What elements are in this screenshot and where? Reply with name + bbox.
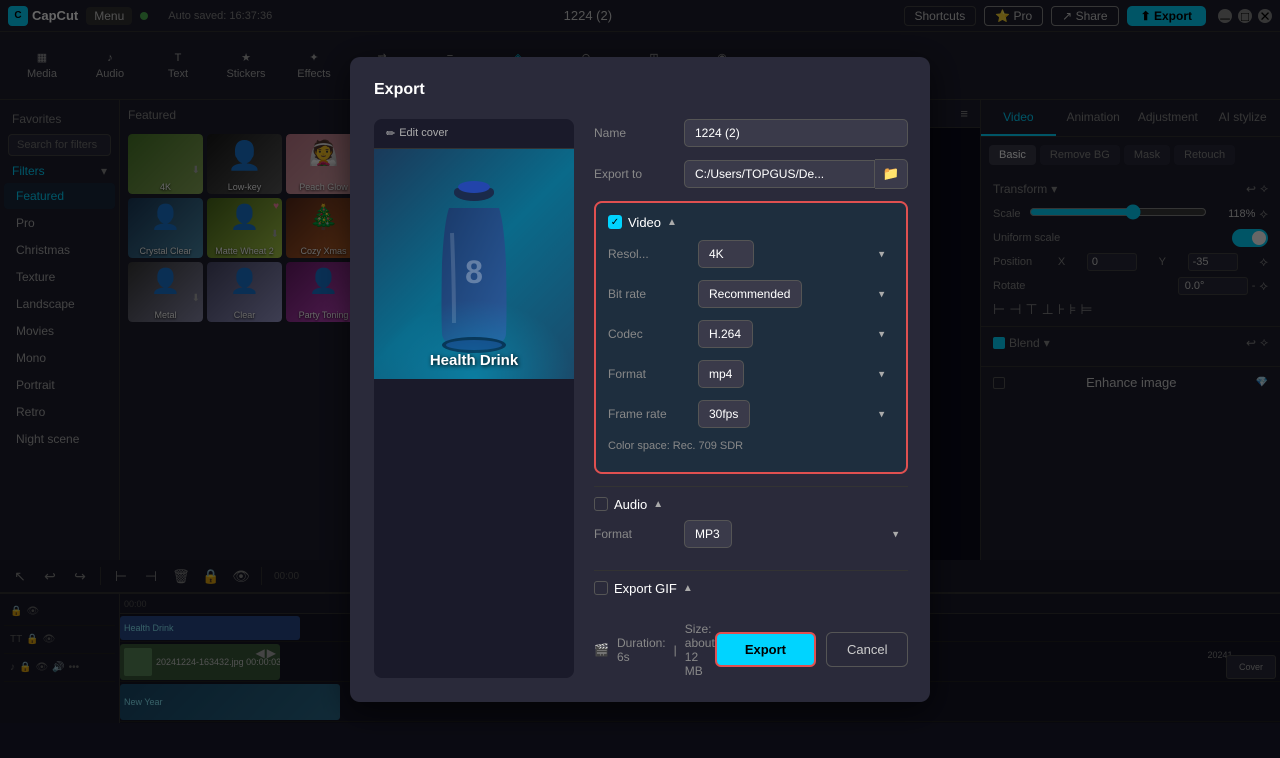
codec-select-wrapper: H.264H.265 [698,320,894,348]
audio-format-label: Format [594,527,684,541]
name-label: Name [594,126,684,140]
gif-section: Export GIF ▲ [594,570,908,606]
codec-row: Codec H.264H.265 [608,320,894,348]
audio-format-select-wrapper: MP3AACWAV [684,520,908,548]
video-section: ✓ Video ▲ Resol... 4K2K1080p720p B [594,201,908,474]
framerate-label: Frame rate [608,407,698,421]
audio-section-header: Audio ▲ [594,497,908,512]
gif-checkbox[interactable] [594,581,608,595]
gif-section-title: Export GIF [614,581,677,596]
bitrate-select[interactable]: RecommendedLowMediumHigh [698,280,802,308]
duration-label: Duration: 6s [617,636,666,664]
footer-info: 🎬 Duration: 6s | Size: about 12 MB [594,622,715,678]
preview-title: Health Drink [374,352,574,369]
modal-title: Export [374,81,906,99]
audio-chevron-icon[interactable]: ▲ [653,499,663,510]
video-chevron-icon[interactable]: ▲ [667,217,677,228]
name-row: Name [594,119,908,147]
edit-cover-label[interactable]: Edit cover [399,127,448,139]
modal-body: ✏ Edit cover [374,119,906,678]
bitrate-select-wrapper: RecommendedLowMediumHigh [698,280,894,308]
framerate-select-wrapper: 30fps24fps25fps50fps60fps [698,400,894,428]
film-icon: 🎬 [594,643,609,657]
export-button[interactable]: Export [715,632,816,667]
format-select-wrapper: mp4movavi [698,360,894,388]
export-to-row: Export to 📁 [594,159,908,189]
browse-button[interactable]: 📁 [875,159,909,189]
audio-format-row: Format MP3AACWAV [594,520,908,548]
video-checkbox[interactable]: ✓ [608,215,622,229]
audio-section-title: Audio [614,497,647,512]
modal-footer: 🎬 Duration: 6s | Size: about 12 MB Expor… [594,622,908,678]
export-path-input[interactable] [684,160,875,188]
edit-cover-icon: ✏ [386,127,395,140]
format-row: Format mp4movavi [608,360,894,388]
audio-format-select[interactable]: MP3AACWAV [684,520,732,548]
cancel-button[interactable]: Cancel [826,632,908,667]
resolution-select-wrapper: 4K2K1080p720p [698,240,894,268]
modal-form: Name Export to 📁 ✓ Video ▲ [594,119,908,678]
export-to-field: 📁 [684,159,908,189]
resolution-label: Resol... [608,247,698,261]
modal-preview-header: ✏ Edit cover [374,119,574,149]
bitrate-row: Bit rate RecommendedLowMediumHigh [608,280,894,308]
codec-select[interactable]: H.264H.265 [698,320,753,348]
audio-checkbox[interactable] [594,497,608,511]
modal-preview: ✏ Edit cover [374,119,574,678]
color-space-label: Color space: Rec. 709 SDR [608,440,894,452]
bitrate-label: Bit rate [608,287,698,301]
codec-label: Codec [608,327,698,341]
video-section-title: Video [628,215,661,230]
format-label: Format [608,367,698,381]
format-select[interactable]: mp4movavi [698,360,744,388]
framerate-row: Frame rate 30fps24fps25fps50fps60fps [608,400,894,428]
video-section-header: ✓ Video ▲ [608,215,894,230]
footer-buttons: Export Cancel [715,632,909,667]
gif-chevron-icon[interactable]: ▲ [683,583,693,594]
preview-image: 8 Health Drink [374,149,574,379]
separator: | [674,643,677,657]
framerate-select[interactable]: 30fps24fps25fps50fps60fps [698,400,750,428]
audio-section: Audio ▲ Format MP3AACWAV [594,486,908,570]
size-label: Size: about 12 MB [685,622,715,678]
modal-overlay: Export ✏ Edit cover [0,0,1280,758]
export-to-label: Export to [594,167,684,181]
export-modal: Export ✏ Edit cover [350,57,930,702]
svg-text:8: 8 [465,254,483,290]
name-input[interactable] [684,119,908,147]
resolution-select[interactable]: 4K2K1080p720p [698,240,754,268]
resolution-row: Resol... 4K2K1080p720p [608,240,894,268]
gif-section-header: Export GIF ▲ [594,581,908,596]
